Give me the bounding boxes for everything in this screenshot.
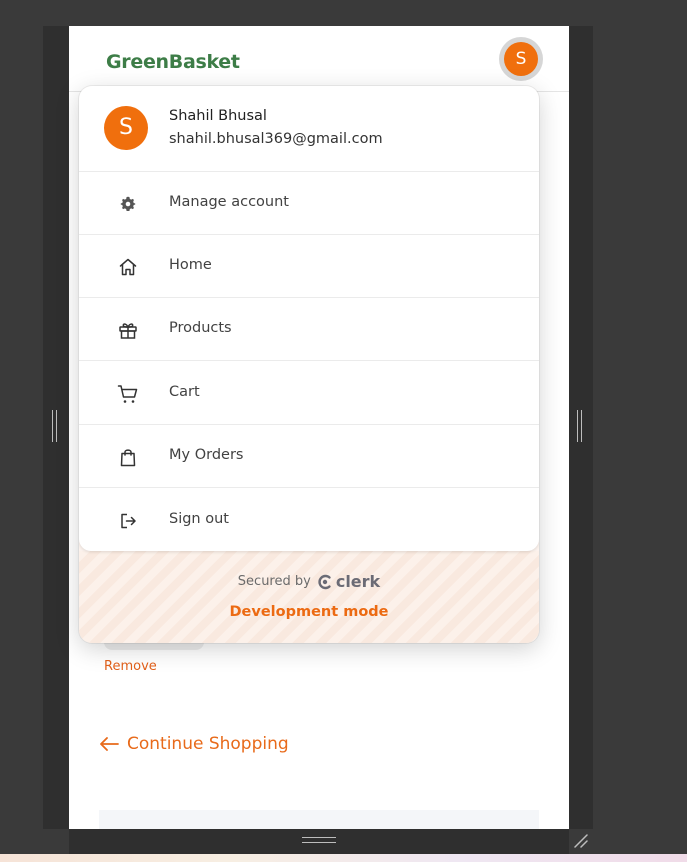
- continue-shopping-label: Continue Shopping: [127, 734, 289, 754]
- development-mode-badge: Development mode: [229, 604, 389, 620]
- bottom-resize-handle[interactable]: [302, 837, 336, 843]
- resize-corner-icon[interactable]: [572, 832, 588, 848]
- user-identity: S Shahil Bhusal shahil.bhusal369@gmail.c…: [79, 86, 539, 172]
- user-avatar: S: [104, 106, 148, 150]
- user-name: Shahil Bhusal: [169, 108, 267, 124]
- shopping-bag-icon: [117, 446, 139, 468]
- gear-icon: [117, 193, 139, 215]
- popover-footer: [79, 551, 539, 643]
- clerk-logo: clerk: [317, 572, 380, 591]
- user-avatar-button[interactable]: S: [499, 37, 543, 81]
- clerk-wordmark: clerk: [335, 572, 381, 591]
- menu-item-cart[interactable]: Cart: [79, 362, 539, 425]
- sign-out-icon: [117, 510, 139, 532]
- menu-item-label: Manage account: [169, 194, 289, 210]
- secured-by-label: Secured by: [237, 574, 311, 589]
- user-email: shahil.bhusal369@gmail.com: [169, 131, 383, 147]
- right-resize-handle[interactable]: [577, 410, 582, 442]
- clerk-icon: [318, 574, 331, 589]
- user-menu-popover: S Shahil Bhusal shahil.bhusal369@gmail.c…: [79, 86, 539, 643]
- menu-item-home[interactable]: Home: [79, 235, 539, 298]
- secured-by-clerk[interactable]: Secured by clerk: [79, 572, 539, 591]
- popover-body: S Shahil Bhusal shahil.bhusal369@gmail.c…: [79, 86, 539, 551]
- left-resize-handle[interactable]: [52, 410, 57, 442]
- menu-item-label: Cart: [169, 384, 200, 400]
- menu-item-products[interactable]: Products: [79, 298, 539, 361]
- home-icon: [117, 256, 139, 278]
- menu-item-manage-account[interactable]: Manage account: [79, 172, 539, 235]
- cart-icon: [117, 383, 139, 405]
- menu-item-sign-out[interactable]: Sign out: [79, 489, 539, 552]
- gift-icon: [117, 319, 139, 341]
- menu-item-label: My Orders: [169, 447, 244, 463]
- brand-logo[interactable]: GreenBasket: [106, 51, 240, 73]
- background-gradient-strip: [0, 854, 687, 862]
- avatar-initial: S: [504, 42, 538, 76]
- arrow-left-icon: [100, 737, 119, 751]
- menu-item-label: Home: [169, 257, 212, 273]
- continue-shopping-link[interactable]: Continue Shopping: [99, 734, 289, 754]
- order-summary-panel: [99, 810, 539, 829]
- menu-item-label: Sign out: [169, 511, 229, 527]
- menu-item-my-orders[interactable]: My Orders: [79, 425, 539, 488]
- remove-item-link[interactable]: Remove: [104, 659, 157, 674]
- menu-item-label: Products: [169, 320, 232, 336]
